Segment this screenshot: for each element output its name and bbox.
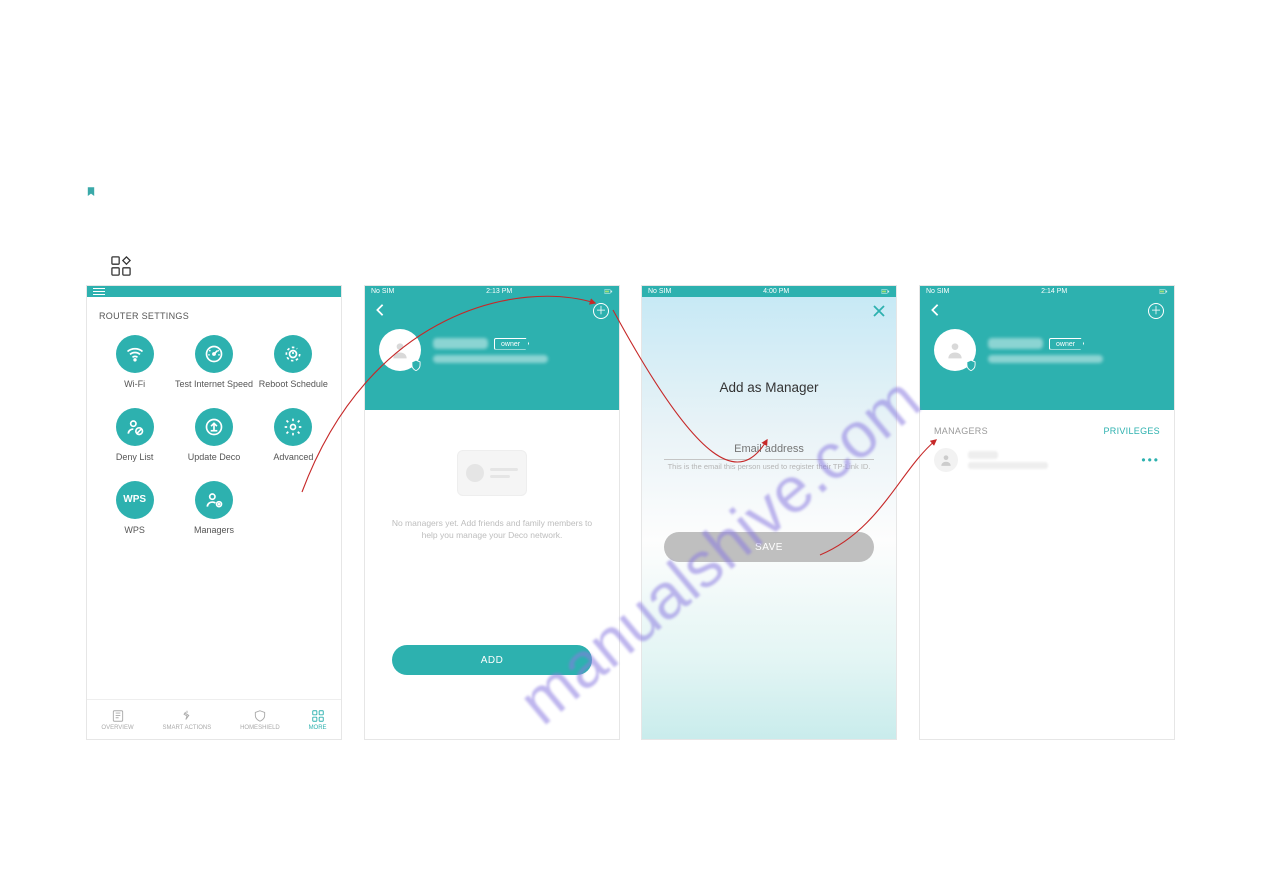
status-icons xyxy=(881,288,890,295)
owner-row: owner xyxy=(920,325,1174,371)
statusbar: No SIM 2:13 PM xyxy=(365,286,619,297)
tab-managers[interactable]: MANAGERS xyxy=(934,426,988,436)
wps-icon: WPS xyxy=(116,481,154,519)
empty-message: No managers yet. Add friends and family … xyxy=(385,518,599,542)
tab-privileges[interactable]: PRIVILEGES xyxy=(1103,426,1160,436)
power-cycle-icon xyxy=(274,335,312,373)
screen-add-manager: No SIM 4:00 PM Add as Manager This is th… xyxy=(641,285,897,740)
carrier: No SIM xyxy=(648,288,671,295)
nav-more[interactable]: MORE xyxy=(309,709,327,731)
add-button[interactable]: ADD xyxy=(392,645,592,675)
wifi-icon xyxy=(116,335,154,373)
owner-email-redacted xyxy=(988,355,1103,363)
setting-wps[interactable]: WPS WPS xyxy=(95,481,174,536)
status-icons xyxy=(1159,288,1168,295)
back-button[interactable] xyxy=(930,303,940,320)
statusbar: No SIM 2:14 PM xyxy=(920,286,1174,297)
owner-badge: owner xyxy=(1049,338,1084,350)
owner-row: owner xyxy=(365,325,619,371)
hint-text: This is the email this person used to re… xyxy=(664,462,874,472)
managers-icon xyxy=(195,481,233,519)
setting-wifi[interactable]: Wi-Fi xyxy=(95,335,174,390)
settings-grid: Wi-Fi Test Internet Speed Reboot Schedul… xyxy=(87,331,341,535)
nav-smart-actions[interactable]: SMART ACTIONS xyxy=(162,709,211,731)
gauge-icon xyxy=(195,335,233,373)
nav-label: SMART ACTIONS xyxy=(162,725,211,731)
add-manager-button[interactable]: ＋ xyxy=(1148,303,1164,319)
modal-title: Add as Manager xyxy=(642,380,896,395)
carrier: No SIM xyxy=(926,288,949,295)
label: Test Internet Speed xyxy=(175,379,253,390)
save-button[interactable]: SAVE xyxy=(664,532,874,562)
tabs: MANAGERS PRIVILEGES xyxy=(920,410,1174,444)
manager-row[interactable]: ••• xyxy=(920,444,1174,476)
carrier: No SIM xyxy=(371,288,394,295)
screen-router-settings: ROUTER SETTINGS Wi-Fi Test Internet Spee… xyxy=(86,285,342,740)
nav-homeshield[interactable]: HOMESHIELD xyxy=(240,709,280,731)
header: ＋ owner xyxy=(920,297,1174,410)
section-heading: ROUTER SETTINGS xyxy=(87,297,341,331)
nav-overview[interactable]: OVERVIEW xyxy=(101,709,133,731)
back-button[interactable] xyxy=(375,303,385,320)
upload-icon xyxy=(195,408,233,446)
setting-test-speed[interactable]: Test Internet Speed xyxy=(174,335,253,390)
setting-managers[interactable]: Managers xyxy=(174,481,253,536)
topbar xyxy=(87,286,341,297)
add-manager-button[interactable]: ＋ xyxy=(593,303,609,319)
owner-badge: owner xyxy=(494,338,529,350)
manager-name-redacted xyxy=(968,451,998,459)
close-button[interactable] xyxy=(872,304,886,322)
status-icons xyxy=(604,288,613,295)
setting-deny-list[interactable]: Deny List xyxy=(95,408,174,463)
owner-email-redacted xyxy=(433,355,548,363)
label: Reboot Schedule xyxy=(259,379,328,390)
owner-avatar xyxy=(934,329,976,371)
modal-bg xyxy=(642,297,896,739)
setting-reboot-schedule[interactable]: Reboot Schedule xyxy=(254,335,333,390)
id-card-icon xyxy=(457,450,527,496)
manager-email-redacted xyxy=(968,462,1048,469)
label: Managers xyxy=(194,525,234,536)
statusbar: No SIM 4:00 PM xyxy=(642,286,896,297)
owner-name-redacted xyxy=(433,338,488,349)
more-actions-button[interactable]: ••• xyxy=(1141,453,1160,467)
setting-advanced[interactable]: Advanced xyxy=(254,408,333,463)
nav-label: MORE xyxy=(309,725,327,731)
label: Deny List xyxy=(116,452,154,463)
screen-managers-list: No SIM 2:14 PM ＋ owner xyxy=(919,285,1175,740)
clock: 4:00 PM xyxy=(763,288,789,295)
shield-check-icon xyxy=(964,359,978,373)
user-block-icon xyxy=(116,408,154,446)
label: Update Deco xyxy=(188,452,241,463)
owner-name-redacted xyxy=(988,338,1043,349)
label: Wi-Fi xyxy=(124,379,145,390)
owner-avatar xyxy=(379,329,421,371)
nav-label: OVERVIEW xyxy=(101,725,133,731)
gear-icon xyxy=(274,408,312,446)
screen-managers-empty: No SIM 2:13 PM ＋ owner xyxy=(364,285,620,740)
hamburger-icon[interactable] xyxy=(93,288,105,296)
manager-avatar xyxy=(934,448,958,472)
nav-label: HOMESHIELD xyxy=(240,725,280,731)
bottom-nav: OVERVIEW SMART ACTIONS HOMESHIELD MORE xyxy=(87,699,341,739)
clock: 2:14 PM xyxy=(1041,288,1067,295)
setting-update-deco[interactable]: Update Deco xyxy=(174,408,253,463)
label: Advanced xyxy=(273,452,313,463)
clock: 2:13 PM xyxy=(486,288,512,295)
empty-state: No managers yet. Add friends and family … xyxy=(365,410,619,542)
email-input[interactable] xyxy=(664,439,874,460)
bookmark-icon xyxy=(87,184,95,194)
header: ＋ owner xyxy=(365,297,619,410)
shield-check-icon xyxy=(409,359,423,373)
grid-mini-icon xyxy=(111,256,131,276)
label: WPS xyxy=(124,525,145,536)
